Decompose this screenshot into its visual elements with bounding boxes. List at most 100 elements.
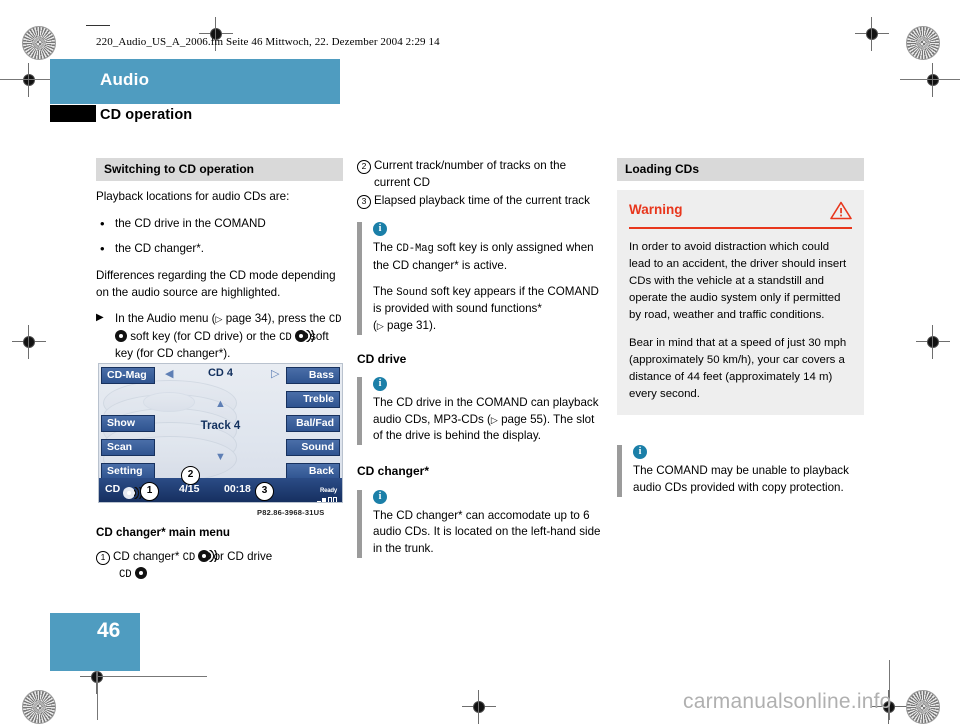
soft-key-treble[interactable]: Treble <box>286 391 340 408</box>
legend-text-b: or CD drive <box>213 550 273 563</box>
legend-text: Elapsed playback time of the current tra… <box>374 193 590 207</box>
page-number: 46 <box>97 619 121 642</box>
registration-ring-top-left <box>22 26 56 60</box>
info-icon: i <box>373 222 387 237</box>
page-number-band <box>50 613 140 671</box>
column-three: Loading CDs Warning In order to avoid di… <box>617 158 864 509</box>
callout-marker-2: 2 <box>181 466 200 485</box>
registration-cross-bottom <box>462 690 496 724</box>
warning-box: Warning In order to avoid distraction wh… <box>617 190 864 415</box>
soft-key-bal-fad[interactable]: Bal/Fad <box>286 415 340 432</box>
comand-display-figure: CD 4 ◀ ▷ ▲ Track 4 ▼ CD-Mag Show Scan Se… <box>98 363 343 503</box>
info-note-cd-drive: i The CD drive in the COMAND can playbac… <box>357 376 604 446</box>
note-bar <box>357 222 362 335</box>
cross-reference-page-34: ▷ page 34 <box>215 312 268 326</box>
soft-key-cd-mag[interactable]: CD-Mag <box>101 367 155 384</box>
trim-line-right <box>900 79 960 80</box>
step-text-mid2: soft key (for CD drive) or the <box>130 329 276 343</box>
figure-legend: 1 CD changer* CD or CD drive CD <box>96 549 343 585</box>
chapter-band <box>50 59 340 104</box>
info-note-softkeys: i The CD-Mag soft key is only assigned w… <box>357 222 604 335</box>
info-note-cd-changer: i The CD changer* can accomodate up to 6… <box>357 489 604 559</box>
note-bar <box>617 444 622 497</box>
cross-reference-page-55: ▷ page 55 <box>490 412 543 426</box>
heading-cd-drive: CD drive <box>357 351 407 366</box>
soft-key-scan[interactable]: Scan <box>101 439 155 456</box>
intro-paragraph: Playback locations for audio CDs are: <box>96 190 290 204</box>
legend-number: 1 <box>96 551 110 565</box>
soft-key-sound[interactable]: Sound <box>286 439 340 456</box>
registration-cross-top-right <box>855 17 889 51</box>
legend-number: 2 <box>357 160 371 174</box>
soft-key-bass[interactable]: Bass <box>286 367 340 384</box>
note-paragraph: The CD-Mag soft key is only assigned whe… <box>373 241 594 272</box>
note-paragraph: The Sound soft key appears if the COMAND… <box>373 284 599 332</box>
differences-paragraph: Differences regarding the CD mode depend… <box>96 268 336 299</box>
note-paragraph: The CD drive in the COMAND can playback … <box>373 395 599 443</box>
column-one: Switching to CD operation Playback locat… <box>96 158 343 373</box>
next-track-arrow-icon[interactable]: ▼ <box>215 451 226 463</box>
legend-item-3: 3 Elapsed playback time of the current tr… <box>357 193 604 210</box>
legend-key-cd-changer: CD <box>182 552 196 564</box>
list-item: the CD changer*. <box>96 240 343 259</box>
warning-triangle-icon <box>830 201 852 219</box>
info-icon: i <box>633 444 647 459</box>
playback-locations-list: the CD drive in the COMAND the CD change… <box>96 215 343 259</box>
legend-text-a: CD changer* <box>113 550 180 563</box>
section-marker <box>50 105 96 122</box>
note-bar <box>357 489 362 559</box>
note-paragraph: The CD changer* can accomodate up to 6 a… <box>373 508 601 556</box>
status-ready-label: Ready <box>319 488 337 494</box>
registration-ring-bottom-right <box>906 690 940 724</box>
status-cd-changer-icon <box>123 484 143 502</box>
warning-header: Warning <box>629 200 852 220</box>
figure-title: CD changer* main menu <box>96 526 231 539</box>
column-two: 2 Current track/number of tracks on the c… <box>357 158 604 570</box>
step-arrow-icon: ▶ <box>96 312 104 324</box>
heading-loading-cds: Loading CDs <box>617 158 864 182</box>
status-level-bars-icon <box>311 497 337 502</box>
instruction-step: ▶ In the Audio menu (▷ page 34), press th… <box>96 311 343 363</box>
cd-drive-icon <box>134 567 147 580</box>
registration-ring-top-right <box>906 26 940 60</box>
cross-reference-page-31: ▷ page 31 <box>376 318 429 332</box>
registration-cross-left <box>12 63 46 97</box>
step-text-prefix: In the Audio menu ( <box>115 312 216 326</box>
soft-key-cd-drive-label: CD <box>328 314 342 327</box>
figure-caption-code: P82.86-3968-31US <box>257 508 325 517</box>
callout-marker-3: 3 <box>255 482 274 501</box>
cd-changer-icon <box>198 550 219 562</box>
print-file-header: 220_Audio_US_A_2006.fm Seite 46 Mittwoch… <box>96 36 440 48</box>
list-item: the CD drive in the COMAND <box>96 215 343 234</box>
note-paragraph: The COMAND may be unable to playback aud… <box>633 463 849 494</box>
legend-text: Current track/number of tracks on the cu… <box>374 159 567 189</box>
previous-track-arrow-icon[interactable]: ▲ <box>215 398 226 410</box>
soft-key-show[interactable]: Show <box>101 415 155 432</box>
previous-cd-arrow-icon[interactable]: ◀ <box>165 367 173 380</box>
comand-status-bar: CD 4/15 00:18 Ready <box>99 478 342 502</box>
info-note-copy-protection: i The COMAND may be unable to playback a… <box>617 444 864 497</box>
status-elapsed-time: 00:18 <box>224 483 251 495</box>
page-title: CD operation <box>100 107 193 123</box>
site-watermark: carmanualsonline.info <box>683 690 892 713</box>
legend-item-2: 2 Current track/number of tracks on the c… <box>357 158 604 192</box>
trim-line-bottom-h <box>97 676 207 677</box>
legend-item-1: 1 CD changer* CD or CD drive CD <box>96 549 343 584</box>
next-cd-arrow-icon[interactable]: ▷ <box>271 367 279 380</box>
header-rule <box>86 25 110 26</box>
warning-paragraph: Bear in mind that at a speed of just 30 … <box>629 336 847 400</box>
legend-number: 3 <box>357 194 371 209</box>
warning-paragraph: In order to avoid distraction which coul… <box>629 240 847 322</box>
warning-divider <box>629 226 852 229</box>
soft-key-cd-changer-label: CD <box>279 331 292 344</box>
chapter-title: Audio <box>100 70 150 89</box>
info-icon: i <box>373 489 387 504</box>
legend-key-cd-drive: CD <box>119 569 132 582</box>
registration-ring-bottom-left <box>22 690 56 724</box>
status-ready-indicator: Ready <box>311 479 337 502</box>
registration-cross-mid-right <box>916 325 950 359</box>
cd-drive-icon <box>115 329 127 342</box>
heading-switching-to-cd-operation: Switching to CD operation <box>96 158 343 182</box>
heading-cd-changer: CD changer* <box>357 464 430 479</box>
soft-key-sound-label: Sound <box>396 286 428 299</box>
